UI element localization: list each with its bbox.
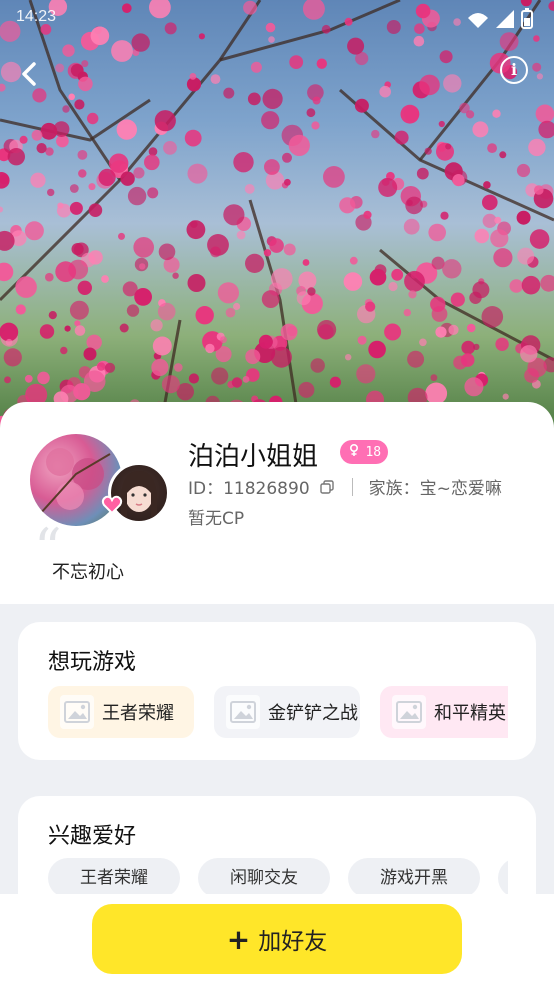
game-image-placeholder-icon [60, 695, 94, 729]
game-label: 和平精英 [434, 703, 506, 724]
hobbies-title: 兴趣爱好 [48, 824, 137, 849]
level-number: 18 [365, 445, 382, 460]
hobby-tag[interactable]: 王者荣耀 [48, 858, 180, 898]
divider [351, 477, 353, 496]
bottom-bar: + 加好友 [0, 894, 554, 984]
signature-text: 不忘初心 [52, 562, 124, 583]
add-friend-label: 加好友 [258, 929, 328, 955]
gender-female-icon [349, 443, 359, 456]
game-chip[interactable]: 和平精英 [380, 686, 508, 738]
add-friend-button[interactable]: + 加好友 [92, 904, 462, 974]
game-label: 王者荣耀 [102, 703, 174, 724]
profile-card: 泊泊小姐姐 18 ID：11826890 家族：宝~恋爱嘛 暂无CP “ 不忘初… [0, 402, 554, 604]
cherry-blossom-illustration [0, 0, 554, 430]
user-name: 泊泊小姐姐 [188, 442, 319, 472]
game-chip[interactable]: 金铲铲之战 [214, 686, 360, 738]
user-id: ID：11826890 [188, 479, 310, 499]
info-icon: i [510, 60, 518, 79]
heart-icon [101, 495, 123, 515]
games-title: 想玩游戏 [48, 650, 137, 675]
status-time: 14:23 [16, 8, 57, 25]
game-image-placeholder-icon [392, 695, 426, 729]
signal-icon [496, 10, 514, 28]
info-button[interactable]: i [500, 56, 528, 84]
status-icons [468, 8, 533, 29]
hobby-tag-overflow [498, 858, 508, 898]
hobby-tag[interactable]: 闲聊交友 [198, 858, 330, 898]
games-section: 想玩游戏 王者荣耀 金铲铲之战 和平精英 [18, 622, 536, 760]
id-line: ID：11826890 家族：宝~恋爱嘛 [188, 474, 502, 499]
back-button[interactable] [12, 56, 48, 92]
games-list[interactable]: 王者荣耀 金铲铲之战 和平精英 [48, 686, 508, 738]
cover-photo [0, 0, 554, 430]
game-label: 金铲铲之战 [268, 703, 358, 724]
game-chip[interactable]: 王者荣耀 [48, 686, 194, 738]
hobby-tag[interactable]: 游戏开黑 [348, 858, 480, 898]
family-label[interactable]: 家族：宝~恋爱嘛 [369, 474, 502, 499]
status-bar: 14:23 [0, 0, 554, 36]
plus-icon: + [226, 922, 251, 956]
cp-status: 暂无CP [188, 509, 245, 529]
level-badge: 18 [340, 440, 388, 464]
game-image-placeholder-icon [226, 695, 260, 729]
chevron-left-icon [22, 62, 36, 86]
wifi-icon [468, 13, 488, 28]
copy-icon[interactable] [319, 479, 334, 494]
